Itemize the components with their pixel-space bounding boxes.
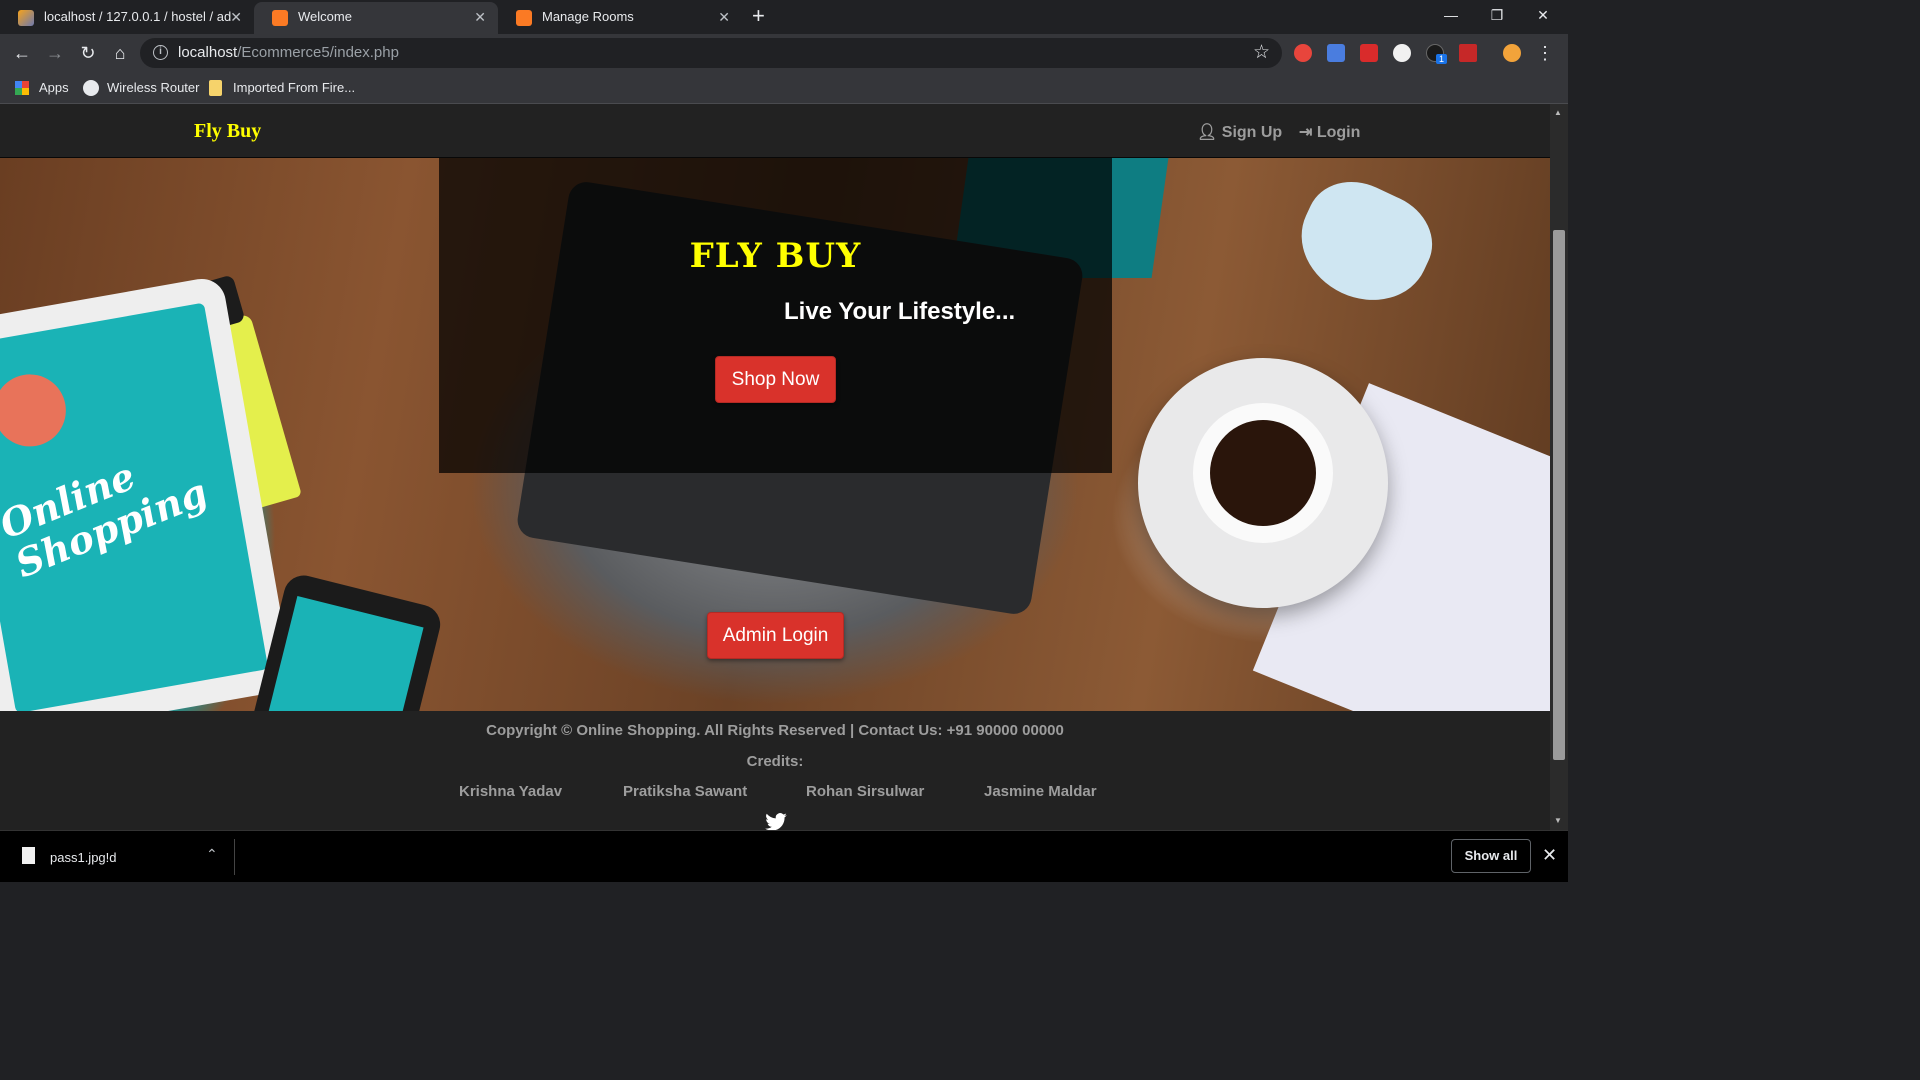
folder-icon bbox=[209, 80, 222, 96]
apps-grid-icon bbox=[15, 81, 29, 95]
globe-icon bbox=[83, 80, 99, 96]
tab-welcome[interactable]: Welcome ✕ bbox=[254, 2, 498, 34]
scrollbar-thumb[interactable] bbox=[1553, 230, 1565, 760]
download-filename[interactable]: pass1.jpg!d bbox=[50, 850, 117, 865]
site-brand[interactable]: Fly Buy bbox=[194, 120, 261, 143]
extension-icon[interactable] bbox=[1294, 44, 1312, 62]
home-button[interactable]: ⌂ bbox=[107, 40, 133, 66]
pdf-extension-icon[interactable] bbox=[1459, 44, 1477, 62]
phpmyadmin-icon bbox=[18, 10, 34, 26]
xampp-icon bbox=[272, 10, 288, 26]
bookmark-wireless-router[interactable]: Wireless Router bbox=[83, 78, 199, 98]
profile-avatar-icon[interactable] bbox=[1503, 44, 1521, 62]
page-scrollbar[interactable]: ▲ ▼ bbox=[1550, 104, 1568, 830]
scroll-up-icon[interactable]: ▲ bbox=[1554, 108, 1562, 117]
user-icon: 👤︎ bbox=[1197, 124, 1218, 141]
credit-name: Jasmine Maldar bbox=[984, 783, 1097, 800]
translate-extension-icon[interactable] bbox=[1327, 44, 1345, 62]
show-all-button[interactable]: Show all bbox=[1451, 839, 1531, 873]
login-link[interactable]: ⇥ Login bbox=[1299, 122, 1360, 142]
coffee-cup-image bbox=[1138, 358, 1388, 608]
credit-name: Rohan Sirsulwar bbox=[806, 783, 925, 800]
hero-overlay: FLY BUY Live Your Lifestyle... Shop Now bbox=[439, 158, 1112, 473]
speed-extension-icon[interactable] bbox=[1393, 44, 1411, 62]
bookmark-folder[interactable]: Imported From Fire... bbox=[209, 78, 355, 98]
page-viewport: Fly Buy 👤︎ Sign Up ⇥ Login Online Shoppi… bbox=[0, 104, 1550, 830]
twitter-icon[interactable] bbox=[765, 813, 787, 830]
shop-now-button[interactable]: Shop Now bbox=[715, 356, 836, 403]
bookmark-star-icon[interactable]: ☆ bbox=[1253, 41, 1270, 64]
credits-label: Credits: bbox=[746, 753, 804, 770]
minimize-button[interactable]: — bbox=[1428, 0, 1474, 32]
close-tab-icon[interactable]: ✕ bbox=[474, 2, 486, 32]
site-footer: Copyright © Online Shopping. All Rights … bbox=[0, 711, 1550, 830]
hero-title: FLY BUY bbox=[689, 236, 862, 276]
copyright-text: Copyright © Online Shopping. All Rights … bbox=[486, 722, 1064, 739]
bookmark-apps[interactable]: Apps bbox=[15, 78, 69, 98]
reload-button[interactable]: ↻ bbox=[75, 40, 101, 66]
tab-phpmyadmin[interactable]: localhost / 127.0.0.1 / hostel / ad ✕ bbox=[0, 2, 254, 34]
close-tab-icon[interactable]: ✕ bbox=[718, 2, 730, 32]
close-tab-icon[interactable]: ✕ bbox=[230, 2, 242, 32]
extension-badge: 1 bbox=[1436, 54, 1448, 64]
tab-title: Manage Rooms bbox=[542, 9, 634, 24]
close-icon[interactable]: ✕ bbox=[1542, 845, 1557, 866]
cart-icon bbox=[0, 368, 72, 453]
credit-name: Pratiksha Sawant bbox=[623, 783, 748, 800]
xampp-icon bbox=[516, 10, 532, 26]
hero-subtitle: Live Your Lifestyle... bbox=[784, 298, 1016, 325]
site-navbar: Fly Buy 👤︎ Sign Up ⇥ Login bbox=[0, 104, 1550, 158]
menu-kebab-icon[interactable]: ⋮ bbox=[1532, 40, 1558, 66]
browser-tab-bar: localhost / 127.0.0.1 / hostel / ad ✕ We… bbox=[0, 0, 1568, 34]
scroll-down-icon[interactable]: ▼ bbox=[1554, 816, 1562, 825]
tab-manage-rooms[interactable]: Manage Rooms ✕ bbox=[498, 2, 742, 34]
login-icon: ⇥ bbox=[1299, 124, 1313, 141]
file-icon bbox=[22, 847, 35, 864]
extension-icon[interactable] bbox=[1360, 44, 1378, 62]
restore-button[interactable]: ❐ bbox=[1474, 0, 1520, 32]
hero-banner: Online Shopping FLY BUY Live Your Lifest… bbox=[0, 158, 1550, 711]
credit-name: Krishna Yadav bbox=[459, 783, 563, 800]
divider bbox=[234, 839, 235, 875]
admin-login-button[interactable]: Admin Login bbox=[707, 612, 844, 659]
back-button[interactable]: ← bbox=[9, 40, 35, 66]
forward-button[interactable]: → bbox=[42, 40, 68, 66]
chevron-up-icon[interactable]: ⌃ bbox=[206, 846, 218, 863]
site-info-icon[interactable]: i bbox=[153, 45, 168, 60]
address-toolbar: ← → ↻ ⌂ i localhost/Ecommerce5/index.php… bbox=[0, 34, 1568, 72]
download-shelf: pass1.jpg!d ⌃ Show all ✕ bbox=[0, 830, 1568, 882]
address-bar[interactable]: i localhost/Ecommerce5/index.php ☆ bbox=[140, 38, 1282, 68]
new-tab-button[interactable]: + bbox=[752, 5, 765, 27]
heart-dish-image bbox=[1282, 165, 1448, 321]
tab-title: localhost / 127.0.0.1 / hostel / ad bbox=[44, 9, 232, 24]
signup-link[interactable]: 👤︎ Sign Up bbox=[1197, 122, 1282, 142]
url-text[interactable]: localhost/Ecommerce5/index.php bbox=[178, 44, 399, 61]
close-window-button[interactable]: ✕ bbox=[1520, 0, 1566, 32]
tab-title: Welcome bbox=[298, 9, 352, 24]
bookmarks-bar: Apps Wireless Router Imported From Fire.… bbox=[0, 72, 1568, 104]
